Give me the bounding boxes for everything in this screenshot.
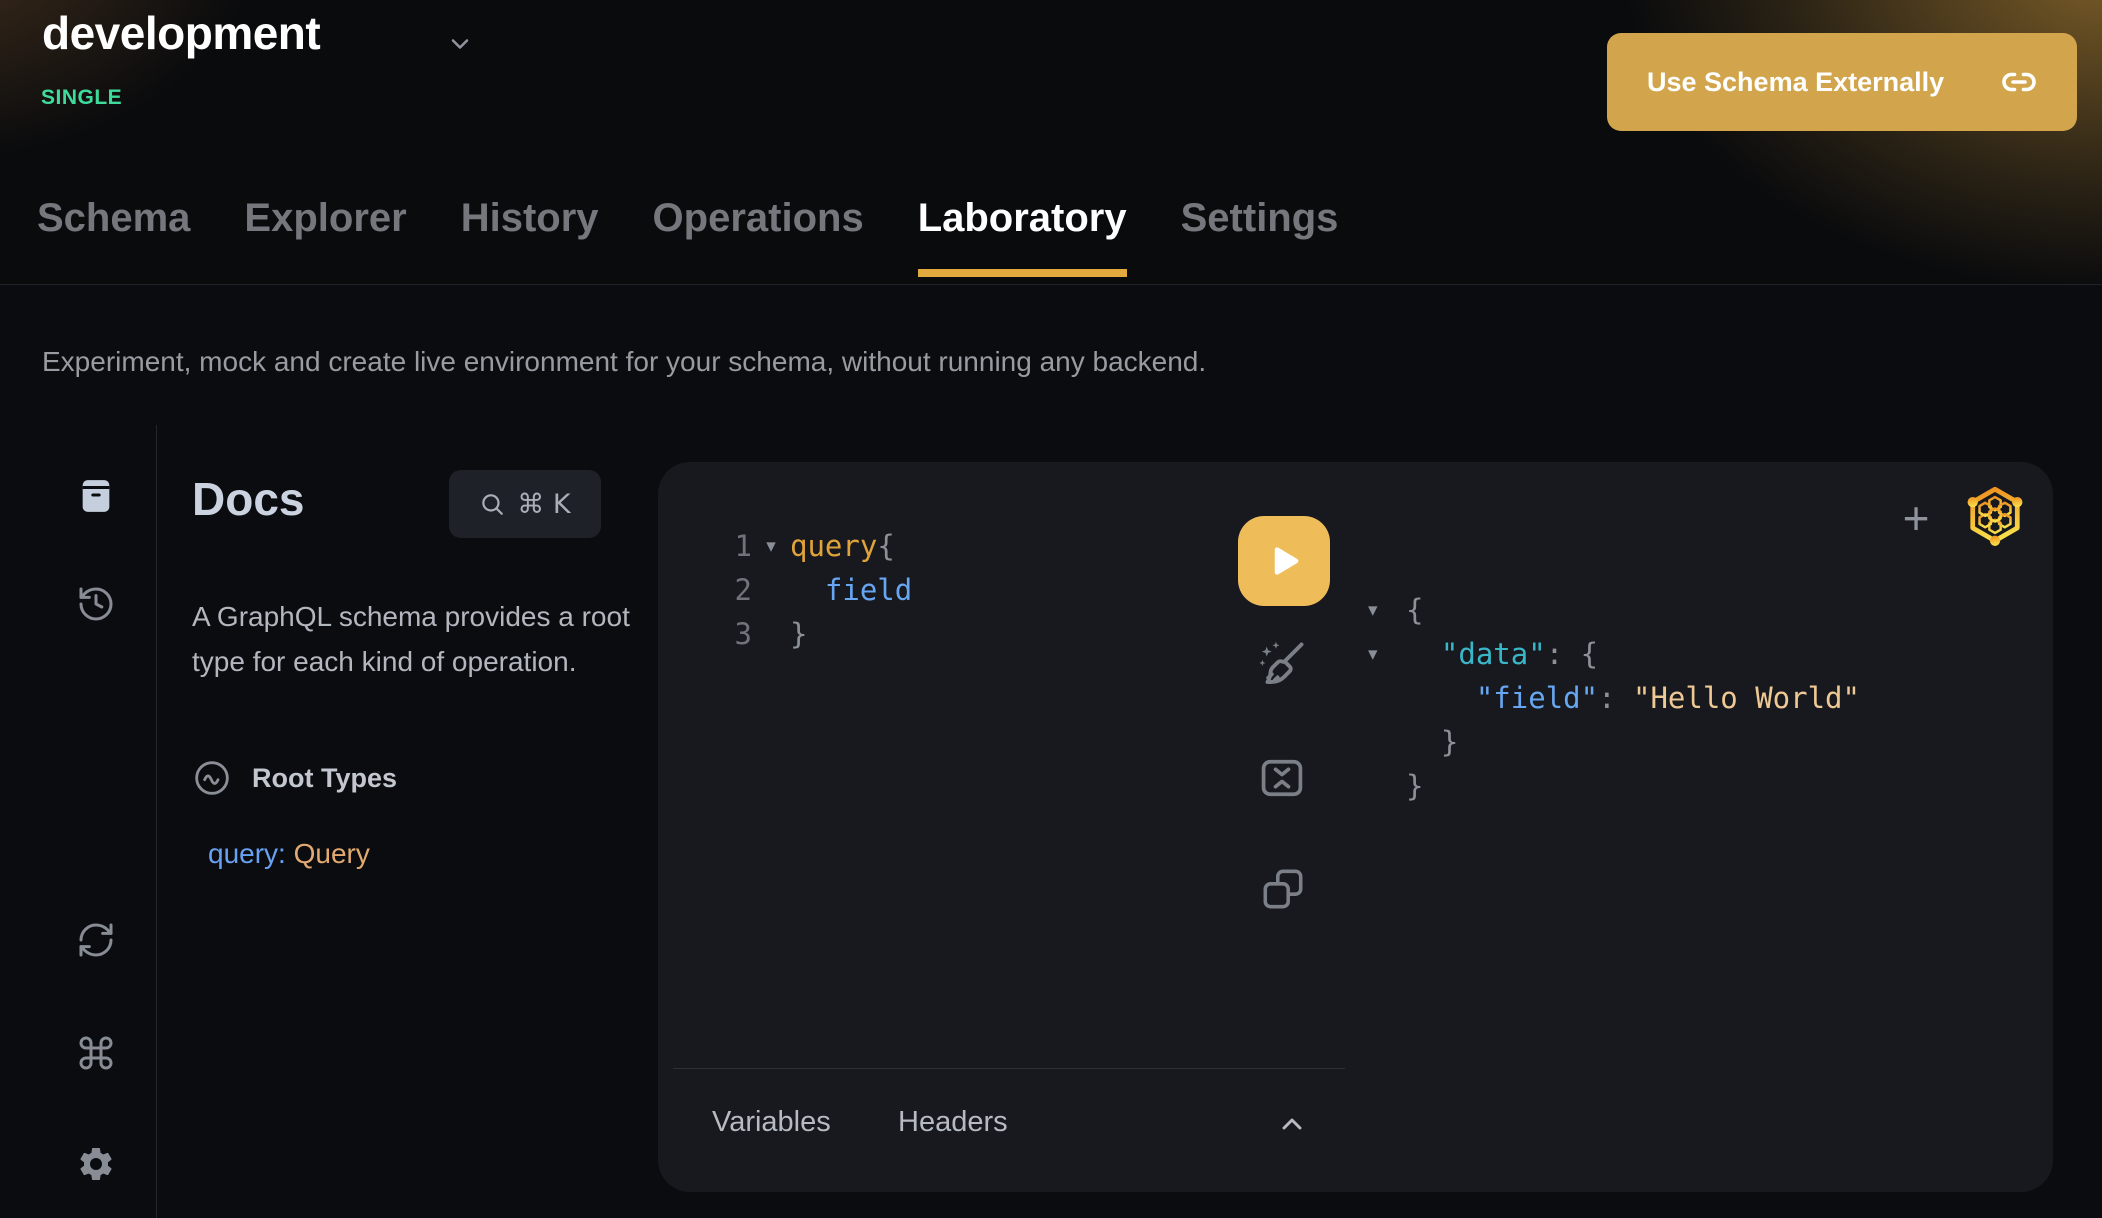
line-number: 2 xyxy=(720,568,752,612)
response-line: ▾ { xyxy=(1368,588,1860,632)
page-subtitle: Experiment, mock and create live environ… xyxy=(42,346,1206,378)
search-shortcut-label: ⌘ K xyxy=(517,489,570,520)
merge-fragments-button[interactable] xyxy=(1256,752,1308,804)
graphql-hive-logo-icon[interactable] xyxy=(1962,482,2028,548)
sidebar-divider xyxy=(156,425,157,1218)
add-tab-button[interactable]: + xyxy=(1894,492,1938,544)
root-field-name: query xyxy=(208,838,278,869)
line-number: 1 xyxy=(720,524,752,568)
docs-book-icon[interactable] xyxy=(76,476,116,516)
search-icon xyxy=(479,491,505,517)
docs-search-button[interactable]: ⌘ K xyxy=(449,470,601,538)
docs-panel-title: Docs xyxy=(192,472,304,526)
laboratory-page: development SINGLE Use Schema Externally… xyxy=(0,0,2102,1218)
response-viewer: ▾ { ▾ "data": { "field": "Hello World" }… xyxy=(1368,588,1860,808)
refresh-icon[interactable] xyxy=(76,920,116,960)
code-line: 1 ▾ query{ xyxy=(720,524,912,568)
prettify-sparkle-broom-icon xyxy=(1252,636,1310,694)
tab-laboratory[interactable]: Laboratory xyxy=(918,196,1127,240)
tab-explorer[interactable]: Explorer xyxy=(244,196,406,240)
tab-headers[interactable]: Headers xyxy=(898,1106,1008,1139)
execute-query-button[interactable] xyxy=(1238,516,1330,606)
query-editor[interactable]: 1 ▾ query{ 2 field 3 } xyxy=(720,524,912,656)
use-schema-button-label: Use Schema Externally xyxy=(1647,67,1944,98)
tab-history[interactable]: History xyxy=(461,196,599,240)
tab-variables[interactable]: Variables xyxy=(712,1106,831,1139)
prettify-button[interactable] xyxy=(1252,636,1310,694)
compress-chevrons-icon xyxy=(1256,752,1308,804)
tab-operations[interactable]: Operations xyxy=(653,196,864,240)
target-title: development xyxy=(42,6,320,60)
wave-circle-icon xyxy=(192,758,232,798)
root-types-label: Root Types xyxy=(252,763,397,794)
root-type-name[interactable]: Query xyxy=(294,838,370,869)
history-icon[interactable] xyxy=(76,584,116,624)
main-nav-tabs: Schema Explorer History Operations Labor… xyxy=(37,196,1338,240)
fold-triangle-icon[interactable]: ▾ xyxy=(1368,632,1406,676)
copy-query-button[interactable] xyxy=(1258,864,1308,914)
fold-triangle-icon[interactable]: ▾ xyxy=(752,524,790,568)
fold-triangle-icon[interactable]: ▾ xyxy=(1368,588,1406,632)
tab-schema[interactable]: Schema xyxy=(37,196,190,240)
settings-gear-icon[interactable] xyxy=(76,1144,116,1184)
use-schema-externally-button[interactable]: Use Schema Externally xyxy=(1607,33,2077,131)
root-query-link[interactable]: query: Query xyxy=(208,838,370,870)
schema-description: A GraphQL schema provides a root type fo… xyxy=(192,594,650,684)
code-line: 2 field xyxy=(720,568,912,612)
chevron-down-icon[interactable] xyxy=(446,30,474,58)
response-line: ▾ "data": { xyxy=(1368,632,1860,676)
code-line: 3 } xyxy=(720,612,912,656)
link-icon xyxy=(2001,64,2037,100)
response-line: } xyxy=(1368,764,1860,808)
command-shortcuts-icon[interactable] xyxy=(76,1033,116,1073)
operation-editor-card: 1 ▾ query{ 2 field 3 } xyxy=(658,462,2053,1192)
editor-footer-divider xyxy=(673,1068,1345,1069)
root-types-section: Root Types xyxy=(192,758,397,798)
response-line: "field": "Hello World" xyxy=(1368,676,1860,720)
play-icon xyxy=(1262,539,1306,583)
chevron-up-icon[interactable] xyxy=(1276,1108,1308,1140)
line-number: 3 xyxy=(720,612,752,656)
environment-badge: SINGLE xyxy=(41,86,122,110)
copy-icon xyxy=(1258,864,1308,914)
tab-settings[interactable]: Settings xyxy=(1181,196,1339,240)
page-header: development SINGLE Use Schema Externally… xyxy=(0,0,2102,285)
response-line: } xyxy=(1368,720,1860,764)
